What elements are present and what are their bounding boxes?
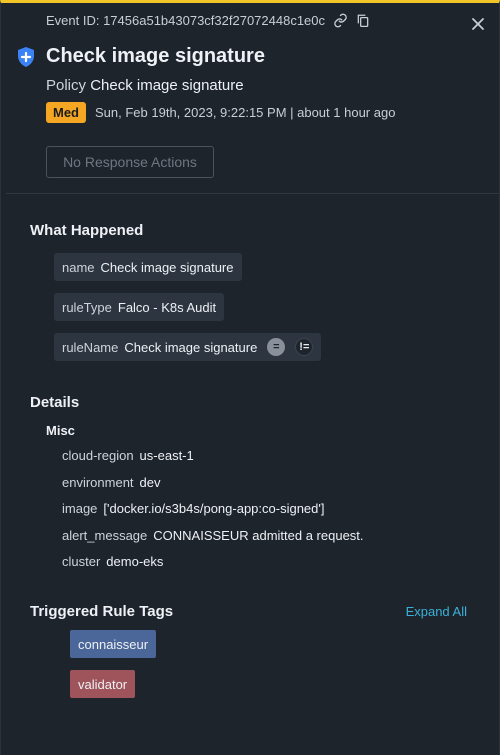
response-actions-button[interactable]: No Response Actions — [46, 146, 214, 178]
chip-value: Check image signature — [124, 339, 258, 355]
expand-all-link[interactable]: Expand All — [406, 604, 467, 619]
severity-badge: Med — [46, 102, 86, 123]
detail-value: us-east-1 — [139, 448, 194, 463]
detail-key: cloud-region — [62, 448, 134, 463]
policy-prefix: Policy — [46, 77, 87, 94]
page-title: Check image signature — [46, 45, 265, 67]
shield-plus-icon — [17, 47, 35, 67]
event-detail-panel: Event ID: 17456a51b43073cf32f27072448c1e… — [0, 0, 500, 755]
chip-value: Check image signature — [100, 259, 234, 275]
detail-row-environment: environment dev — [62, 475, 161, 490]
detail-row-alert-message: alert_message CONNAISSEUR admitted a requ… — [62, 528, 364, 543]
detail-value: dev — [139, 475, 161, 490]
event-id-row: Event ID: 17456a51b43073cf32f27072448c1e… — [46, 13, 370, 28]
detail-key: environment — [62, 475, 134, 490]
tag-connaisseur[interactable]: connaisseur — [70, 630, 157, 658]
copy-icon[interactable] — [356, 13, 370, 28]
chip-value: Falco - K8s Audit — [117, 299, 217, 315]
detail-key: image — [62, 501, 98, 516]
detail-value: ['docker.io/s3b4s/pong-app:co-signed'] — [103, 501, 325, 516]
meta-row: Med Sun, Feb 19th, 2023, 9:22:15 PM | ab… — [46, 102, 395, 123]
close-icon[interactable] — [471, 17, 485, 31]
chip-key: ruleName — [62, 339, 119, 355]
detail-row-cloud-region: cloud-region us-east-1 — [62, 448, 194, 463]
what-happened-chip-name: name Check image signature — [54, 253, 242, 281]
what-happened-chip-ruletype: ruleType Falco - K8s Audit — [54, 293, 225, 321]
detail-row-image: image ['docker.io/s3b4s/pong-app:co-signe… — [62, 501, 324, 516]
policy-name: Check image signature — [90, 77, 244, 94]
chip-key: name — [62, 259, 95, 275]
event-id-text: Event ID: 17456a51b43073cf32f27072448c1e… — [46, 13, 326, 28]
detail-key: alert_message — [62, 528, 148, 543]
details-title: Details — [30, 394, 80, 411]
divider — [6, 193, 499, 194]
filter-equals-button[interactable]: = — [267, 338, 286, 356]
triggered-rule-tags-title: Triggered Rule Tags — [30, 603, 174, 620]
detail-value: demo-eks — [106, 554, 164, 569]
chip-key: ruleType — [62, 299, 112, 315]
what-happened-title: What Happened — [30, 222, 144, 239]
link-icon[interactable] — [333, 13, 348, 28]
detail-key: cluster — [62, 554, 101, 569]
detail-value: CONNAISSEUR admitted a request. — [153, 528, 364, 543]
event-timestamp: Sun, Feb 19th, 2023, 9:22:15 PM | about … — [95, 105, 396, 120]
details-group-misc: Misc — [46, 423, 75, 438]
detail-row-cluster: cluster demo-eks — [62, 554, 163, 569]
policy-line: Policy Check image signature — [46, 77, 244, 94]
tag-validator[interactable]: validator — [70, 670, 136, 698]
filter-not-equals-button[interactable]: != — [295, 338, 314, 356]
what-happened-chip-rulename: ruleName Check image signature = != — [54, 333, 322, 361]
